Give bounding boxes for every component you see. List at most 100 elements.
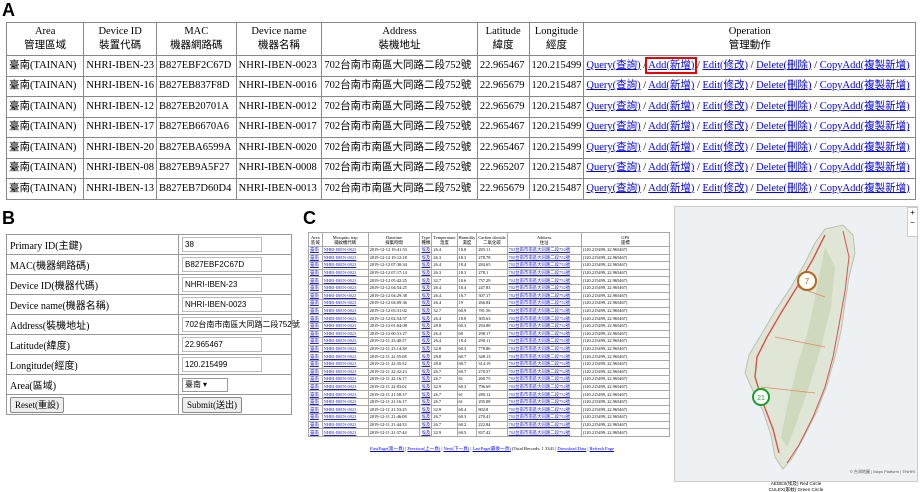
record-trap-link[interactable]: NHRI-IBEN-0023 (321, 367, 369, 377)
record-trap-link[interactable]: NHRI-IBEN-0023 (321, 359, 369, 369)
record-area-link[interactable]: 臺南 (308, 405, 323, 415)
form-input[interactable]: 120.215499 (182, 357, 262, 372)
add-link[interactable]: Add(新增) (648, 162, 694, 173)
record-area-link[interactable]: 臺南 (308, 253, 323, 263)
record-trap-link[interactable]: NHRI-IBEN-0023 (321, 299, 369, 308)
copyadd-link[interactable]: CopyAdd(複製新增) (820, 121, 910, 132)
copyadd-link[interactable]: CopyAdd(複製新增) (820, 162, 910, 173)
record-trap-link[interactable]: NHRI-IBEN-0023 (321, 413, 369, 422)
record-address-link[interactable]: 702台南市南區大同路二段752號 (506, 268, 582, 278)
record-trap-link[interactable]: NHRI-IBEN-0023 (321, 405, 369, 415)
record-type-link[interactable]: 埃及 (419, 253, 433, 263)
record-address-link[interactable]: 702台南市南區大同路二段752號 (506, 276, 582, 285)
delete-link[interactable]: Delete(刪除) (756, 162, 811, 173)
record-trap-link[interactable]: NHRI-IBEN-0023 (321, 375, 369, 384)
record-address-link[interactable]: 702台南市南區大同路二段752號 (506, 359, 582, 369)
add-link[interactable]: Add(新增) (648, 101, 694, 112)
form-input[interactable]: 702台南市南區大同路二段752號 (182, 317, 300, 332)
query-link[interactable]: Query(查詢) (586, 142, 640, 153)
record-trap-link[interactable]: NHRI-IBEN-0023 (321, 246, 369, 255)
record-address-link[interactable]: 702台南市南區大同路二段752號 (506, 413, 582, 422)
record-area-link[interactable]: 臺南 (308, 352, 323, 361)
marker-north[interactable]: 7 (797, 271, 817, 291)
record-address-link[interactable]: 702台南市南區大同路二段752號 (506, 337, 582, 346)
record-type-link[interactable]: 埃及 (419, 375, 433, 384)
record-type-link[interactable]: 埃及 (419, 314, 433, 323)
record-trap-link[interactable]: NHRI-IBEN-0023 (321, 314, 369, 323)
record-trap-link[interactable]: NHRI-IBEN-0023 (321, 276, 369, 285)
record-area-link[interactable]: 臺南 (308, 375, 323, 384)
record-type-link[interactable]: 埃及 (419, 405, 433, 415)
record-trap-link[interactable]: NHRI-IBEN-0023 (321, 344, 369, 354)
form-input[interactable]: NHRI-IBEN-23 (182, 277, 262, 292)
copyadd-link[interactable]: CopyAdd(複製新增) (820, 183, 910, 194)
zoom-in-button[interactable]: + (908, 208, 917, 218)
record-area-link[interactable]: 臺南 (308, 359, 323, 369)
record-type-link[interactable]: 埃及 (419, 246, 433, 255)
record-type-link[interactable]: 埃及 (419, 291, 433, 301)
form-input[interactable]: 38 (182, 237, 262, 252)
download-data-link[interactable]: Download Data (557, 446, 586, 451)
query-link[interactable]: Query(查詢) (586, 60, 640, 71)
record-address-link[interactable]: 702台南市南區大同路二段752號 (506, 329, 582, 339)
record-address-link[interactable]: 702台南市南區大同路二段752號 (506, 390, 582, 399)
record-area-link[interactable]: 臺南 (308, 299, 323, 308)
record-type-link[interactable]: 埃及 (419, 321, 433, 331)
record-type-link[interactable]: 埃及 (419, 359, 433, 369)
record-trap-link[interactable]: NHRI-IBEN-0023 (321, 329, 369, 339)
record-type-link[interactable]: 埃及 (419, 390, 433, 399)
record-type-link[interactable]: 埃及 (419, 329, 433, 339)
edit-link[interactable]: Edit(修改) (702, 162, 748, 173)
delete-link[interactable]: Delete(刪除) (756, 80, 811, 91)
record-area-link[interactable]: 臺南 (308, 428, 323, 437)
record-address-link[interactable]: 702台南市南區大同路二段752號 (506, 306, 582, 316)
delete-link[interactable]: Delete(刪除) (756, 142, 811, 153)
previous-page-link[interactable]: Previous(上一頁) (407, 446, 440, 451)
record-area-link[interactable]: 臺南 (308, 329, 323, 339)
record-address-link[interactable]: 702台南市南區大同路二段752號 (506, 261, 582, 270)
record-area-link[interactable]: 臺南 (308, 306, 323, 316)
taiwan-map[interactable]: 7 21 + − © 台灣地圖 | Maps Platform | ©NHRI (674, 206, 918, 482)
record-type-link[interactable]: 埃及 (419, 268, 433, 278)
edit-link[interactable]: Edit(修改) (702, 183, 748, 194)
record-type-link[interactable]: 埃及 (419, 276, 433, 285)
form-input[interactable]: NHRI-IBEN-0023 (182, 297, 262, 312)
record-area-link[interactable]: 臺南 (308, 246, 323, 255)
record-type-link[interactable]: 埃及 (419, 382, 433, 392)
record-area-link[interactable]: 臺南 (308, 276, 323, 285)
record-address-link[interactable]: 702台南市南區大同路二段752號 (506, 291, 582, 301)
record-type-link[interactable]: 埃及 (419, 397, 433, 407)
area-select[interactable]: 臺南 ▾ (182, 377, 228, 392)
record-area-link[interactable]: 臺南 (308, 397, 323, 407)
marker-south[interactable]: 21 (752, 388, 770, 406)
record-trap-link[interactable]: NHRI-IBEN-0023 (321, 397, 369, 407)
delete-link[interactable]: Delete(刪除) (756, 60, 811, 71)
edit-link[interactable]: Edit(修改) (702, 80, 748, 91)
record-trap-link[interactable]: NHRI-IBEN-0023 (321, 352, 369, 361)
edit-link[interactable]: Edit(修改) (702, 101, 748, 112)
record-area-link[interactable]: 臺南 (308, 261, 323, 270)
record-type-link[interactable]: 埃及 (419, 261, 433, 270)
record-address-link[interactable]: 702台南市南區大同路二段752號 (506, 283, 582, 293)
record-trap-link[interactable]: NHRI-IBEN-0023 (321, 428, 369, 437)
record-trap-link[interactable]: NHRI-IBEN-0023 (321, 382, 369, 392)
copyadd-link[interactable]: CopyAdd(複製新增) (820, 80, 910, 91)
record-address-link[interactable]: 702台南市南區大同路二段752號 (506, 321, 582, 331)
record-area-link[interactable]: 臺南 (308, 413, 323, 422)
delete-link[interactable]: Delete(刪除) (756, 183, 811, 194)
record-address-link[interactable]: 702台南市南區大同路二段752號 (506, 367, 582, 377)
record-trap-link[interactable]: NHRI-IBEN-0023 (321, 306, 369, 316)
delete-link[interactable]: Delete(刪除) (756, 121, 811, 132)
record-trap-link[interactable]: NHRI-IBEN-0023 (321, 321, 369, 331)
record-address-link[interactable]: 702台南市南區大同路二段752號 (506, 299, 582, 308)
record-area-link[interactable]: 臺南 (308, 321, 323, 331)
record-type-link[interactable]: 埃及 (419, 420, 433, 430)
record-area-link[interactable]: 臺南 (308, 344, 323, 354)
record-address-link[interactable]: 702台南市南區大同路二段752號 (506, 375, 582, 384)
record-trap-link[interactable]: NHRI-IBEN-0023 (321, 291, 369, 301)
record-type-link[interactable]: 埃及 (419, 337, 433, 346)
first-page-link[interactable]: FirstPage(第一頁) (370, 446, 404, 451)
record-address-link[interactable]: 702台南市南區大同路二段752號 (506, 344, 582, 354)
record-trap-link[interactable]: NHRI-IBEN-0023 (321, 253, 369, 263)
record-type-link[interactable]: 埃及 (419, 413, 433, 422)
